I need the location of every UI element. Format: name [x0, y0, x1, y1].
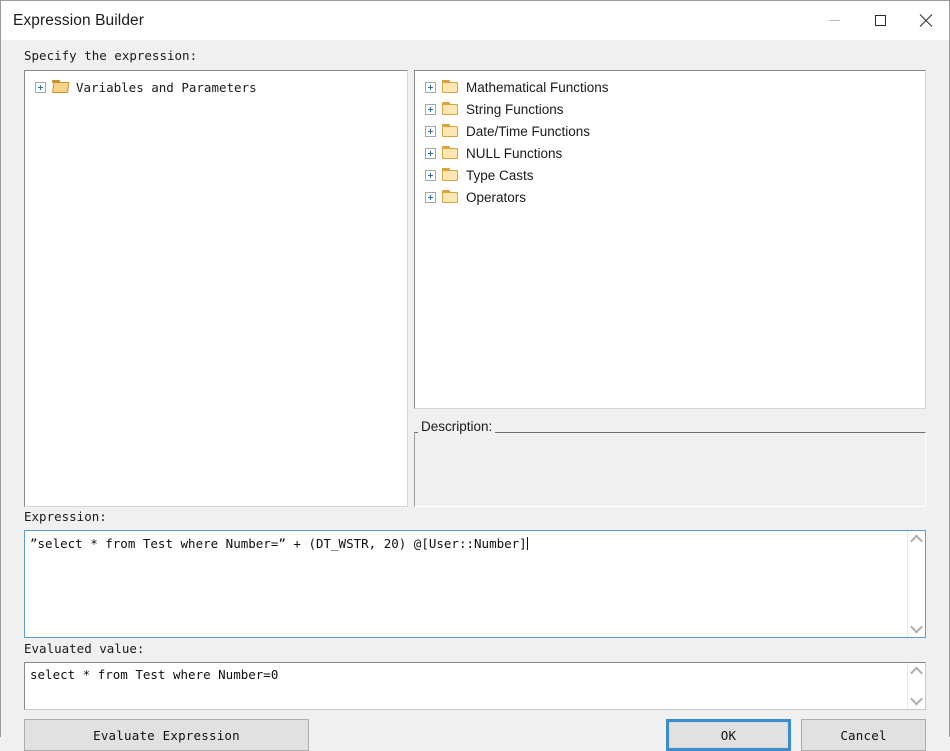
evaluated-value-text: select * from Test where Number=0 [30, 667, 279, 682]
scroll-down-button[interactable] [908, 692, 925, 709]
maximize-icon [874, 15, 886, 26]
expression-label: Expression: [24, 509, 107, 524]
expand-plus-icon[interactable] [425, 125, 436, 137]
scroll-up-button[interactable] [908, 663, 925, 680]
description-label: Description: [418, 419, 496, 434]
tree-item-date-time-functions[interactable]: Date/Time Functions [415, 120, 925, 142]
cancel-button[interactable]: Cancel [801, 719, 926, 751]
tree-item-operators[interactable]: Operators [415, 186, 925, 208]
folder-icon [442, 102, 459, 116]
scroll-up-button[interactable] [908, 531, 925, 548]
maximize-button[interactable] [857, 1, 903, 40]
text-caret [526, 537, 528, 550]
ok-button[interactable]: OK [669, 722, 788, 748]
minimize-button[interactable] [811, 1, 857, 40]
expand-plus-icon[interactable] [425, 147, 436, 159]
tree-item-label: String Functions [466, 101, 564, 117]
evaluated-value-field[interactable]: select * from Test where Number=0 [24, 662, 926, 710]
expand-plus-icon[interactable] [425, 191, 436, 203]
evaluate-expression-button[interactable]: Evaluate Expression [24, 719, 309, 751]
close-button[interactable] [903, 1, 949, 40]
tree-item-null-functions[interactable]: NULL Functions [415, 142, 925, 164]
expression-text: ”select * from Test where Number=” + (DT… [30, 536, 528, 551]
window-title: Expression Builder [13, 11, 145, 29]
specify-expression-label: Specify the expression: [24, 48, 198, 63]
folder-open-icon [52, 80, 70, 94]
description-panel [414, 432, 926, 507]
tree-item-type-casts[interactable]: Type Casts [415, 164, 925, 186]
functions-tree-panel[interactable]: Mathematical Functions String Functions … [414, 70, 926, 409]
expression-builder-window: Expression Builder Specify the expressio… [0, 0, 950, 751]
tree-item-string-functions[interactable]: String Functions [415, 98, 925, 120]
folder-icon [442, 190, 459, 204]
title-bar: Expression Builder [1, 1, 949, 40]
chevron-up-icon [910, 666, 923, 680]
folder-icon [442, 146, 459, 160]
expand-plus-icon[interactable] [35, 81, 46, 93]
minimize-icon [828, 20, 840, 21]
folder-icon [442, 168, 459, 182]
description-text [419, 437, 921, 502]
tree-item-label: Operators [466, 189, 527, 205]
tree-item-mathematical-functions[interactable]: Mathematical Functions [415, 76, 925, 98]
tree-item-label: Date/Time Functions [466, 123, 591, 139]
expand-plus-icon[interactable] [425, 81, 436, 93]
tree-item-label: Type Casts [466, 167, 534, 183]
chevron-up-icon [910, 534, 923, 548]
tree-item-label: Variables and Parameters [76, 79, 257, 95]
tree-item-label: Mathematical Functions [466, 79, 609, 95]
dialog-content: Specify the expression: Variables and Pa… [1, 40, 949, 751]
tree-item-variables-and-parameters[interactable]: Variables and Parameters [25, 76, 407, 98]
window-controls [811, 1, 949, 40]
ok-button-focus-ring: OK [666, 719, 791, 751]
evaluated-scrollbar[interactable] [907, 663, 925, 709]
evaluated-value-label: Evaluated value: [24, 641, 145, 656]
folder-icon [442, 80, 459, 94]
chevron-down-icon [910, 620, 923, 634]
close-icon [920, 14, 933, 27]
variables-tree-panel[interactable]: Variables and Parameters [24, 70, 408, 507]
folder-icon [442, 124, 459, 138]
chevron-down-icon [910, 692, 923, 706]
expression-scrollbar[interactable] [907, 531, 925, 637]
tree-item-label: NULL Functions [466, 145, 563, 161]
expand-plus-icon[interactable] [425, 169, 436, 181]
expand-plus-icon[interactable] [425, 103, 436, 115]
expression-editor[interactable]: ”select * from Test where Number=” + (DT… [24, 530, 926, 638]
scroll-down-button[interactable] [908, 620, 925, 637]
